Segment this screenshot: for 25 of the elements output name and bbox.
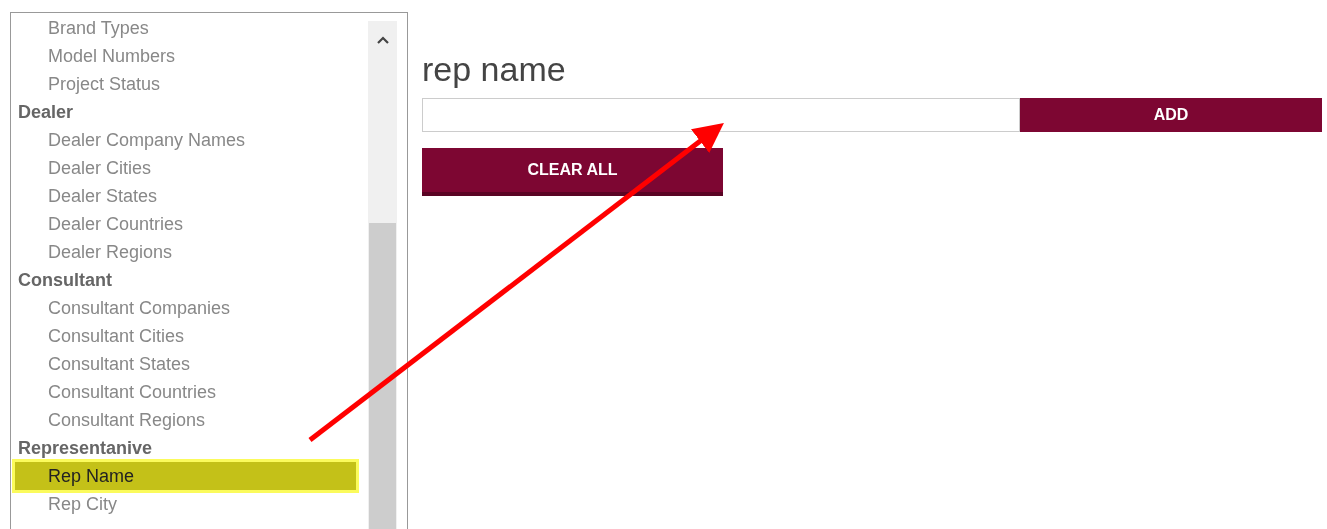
list-item[interactable]: Project Status	[11, 70, 368, 98]
group-header: Representanive	[17, 437, 154, 460]
list-item[interactable]: Consultant Cities	[11, 322, 368, 350]
group-header: Dealer	[17, 101, 75, 124]
list-item[interactable]: Rep Name	[15, 462, 356, 490]
list-item[interactable]: Consultant Countries	[11, 378, 368, 406]
list-item[interactable]: Brand Types	[11, 14, 368, 42]
scroll-up-icon[interactable]	[375, 35, 390, 45]
list-item[interactable]: Model Numbers	[11, 42, 368, 70]
scrollbar-thumb[interactable]	[369, 223, 396, 529]
list-item[interactable]: Consultant States	[11, 350, 368, 378]
group-header: Consultant	[17, 269, 113, 292]
list-item[interactable]: Consultant Companies	[11, 294, 368, 322]
list-item[interactable]: Dealer Cities	[11, 154, 368, 182]
clear-all-button[interactable]: CLEAR ALL	[422, 148, 723, 196]
panel-title: rep name	[422, 50, 567, 88]
list-item[interactable]: Dealer Countries	[11, 210, 368, 238]
list-item[interactable]: Rep City	[11, 490, 368, 518]
add-button[interactable]: ADD	[1020, 98, 1322, 132]
list-item[interactable]: Dealer Company Names	[11, 126, 368, 154]
scrollbar[interactable]	[368, 21, 397, 529]
list-item[interactable]: Consultant Regions	[11, 406, 368, 434]
input-field[interactable]	[422, 98, 1020, 132]
list-item[interactable]: Dealer States	[11, 182, 368, 210]
list-item[interactable]: Dealer Regions	[11, 238, 368, 266]
